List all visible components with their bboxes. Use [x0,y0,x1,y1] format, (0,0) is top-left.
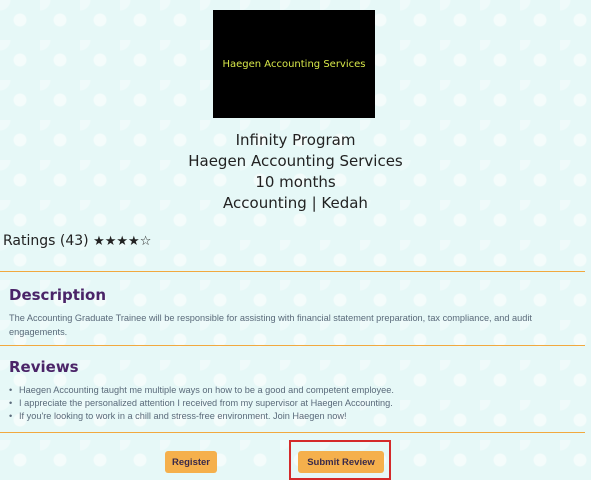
submit-review-button[interactable]: Submit Review [298,451,384,473]
program-info: Infinity Program Haegen Accounting Servi… [0,130,591,214]
review-item: If you're looking to work in a chill and… [9,410,579,423]
program-duration: 10 months [255,173,336,191]
reviews-heading: Reviews [9,358,79,376]
review-item: Haegen Accounting taught me multiple way… [9,384,579,397]
logo-text: Haegen Accounting Services [222,58,366,70]
ratings-label: Ratings (43) [3,233,89,249]
company-name: Haegen Accounting Services [188,152,403,170]
reviews-list: Haegen Accounting taught me multiple way… [9,384,579,423]
star-rating-icon: ★★★★☆ [93,234,152,249]
description-heading: Description [9,286,107,304]
description-text: The Accounting Graduate Trainee will be … [9,313,532,337]
review-item: I appreciate the personalized attention … [9,397,579,410]
company-logo: Haegen Accounting Services [213,10,375,118]
register-button[interactable]: Register [165,451,217,473]
ratings: Ratings (43) ★★★★☆ [3,233,151,249]
program-name: Infinity Program [235,131,356,149]
category-location: Accounting | Kedah [223,194,368,212]
divider [0,271,585,272]
divider [0,345,585,346]
divider [0,432,585,433]
